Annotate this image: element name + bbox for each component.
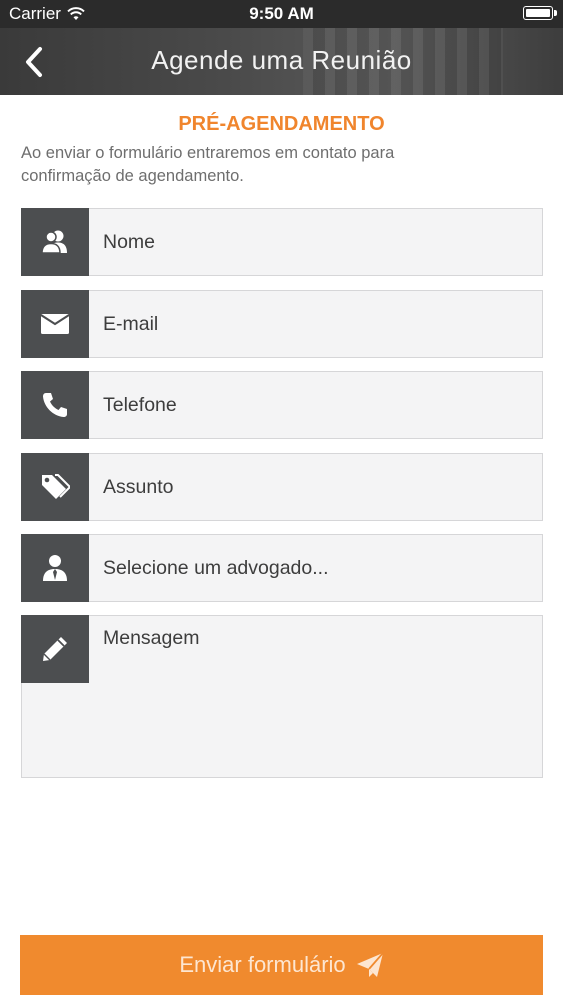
tags-icon [42,474,70,499]
paper-plane-icon [356,952,384,977]
status-bar: Carrier 9:50 AM [0,0,563,28]
section-heading: PRÉ-AGENDAMENTO [178,113,385,135]
email-field[interactable]: E-mail [21,290,543,358]
user-tie-icon [43,555,67,581]
phone-input[interactable]: Telefone [103,372,177,438]
clock: 9:50 AM [249,4,314,23]
lawyer-select-field[interactable]: Selecione um advogado... [21,534,543,602]
name-field[interactable]: Nome [21,208,543,276]
subject-input[interactable]: Assunto [103,454,173,520]
email-input[interactable]: E-mail [103,291,158,357]
battery-icon [523,6,557,20]
lawyer-select[interactable]: Selecione um advogado... [103,535,329,601]
message-field[interactable]: Mensagem [21,615,543,778]
navigation-bar: Agende uma Reunião [0,28,563,95]
phone-icon [43,393,67,417]
section-description: Ao enviar o formulário entraremos em con… [21,144,395,185]
message-textarea[interactable]: Mensagem [103,627,199,650]
submit-label: Enviar formulário [179,952,346,977]
page-title: Agende uma Reunião [151,45,412,75]
envelope-icon [41,314,69,334]
submit-button[interactable]: Enviar formulário [20,935,543,995]
users-icon [41,230,67,254]
subject-field[interactable]: Assunto [21,453,543,521]
phone-field[interactable]: Telefone [21,371,543,439]
name-input[interactable]: Nome [103,209,155,275]
pencil-icon [43,637,67,661]
